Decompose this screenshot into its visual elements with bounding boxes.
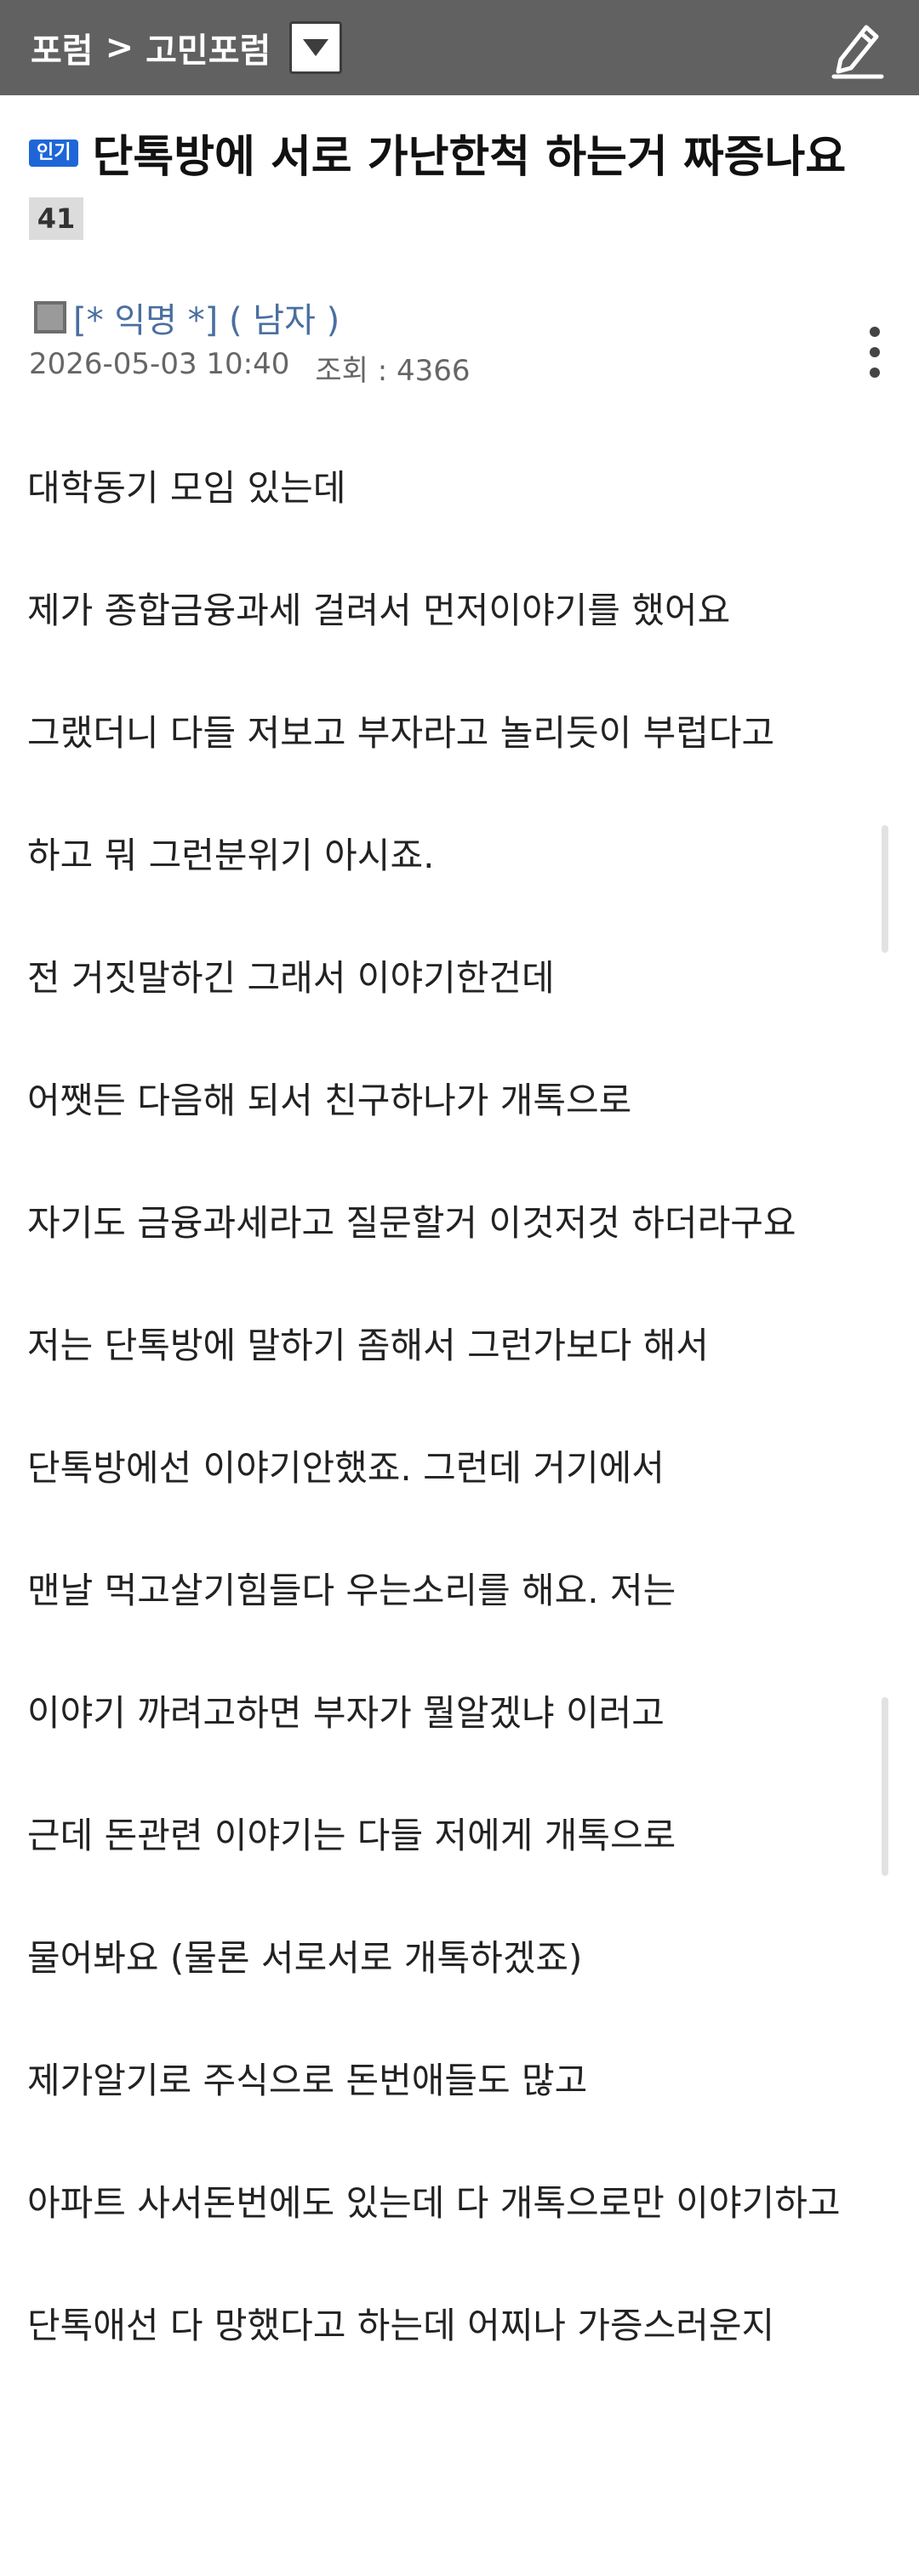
content-paragraph: 저는 단톡방에 말하기 좀해서 그런가보다 해서 xyxy=(27,1325,709,1366)
more-options-button[interactable] xyxy=(865,327,885,381)
popular-badge: 인기 xyxy=(29,139,79,167)
content-paragraph: 어쨋든 다음해 되서 친구하나가 개톡으로 xyxy=(27,1080,632,1121)
content-paragraph: 제가 종합금융과세 걸려서 먼저이야기를 했어요 xyxy=(27,590,731,631)
post-title: 단톡방에 서로 가난한척 하는거 짜증나요 xyxy=(92,132,847,183)
triangle-down-icon xyxy=(303,39,329,56)
avatar-icon xyxy=(34,301,66,333)
content-paragraph: 하고 뭐 그런분위기 아시죠. xyxy=(27,835,435,876)
post-title-row: 인기 단톡방에 서로 가난한척 하는거 짜증나요 xyxy=(29,121,846,185)
content-paragraph: 단톡방에선 이야기안했죠. 그런데 거기에서 xyxy=(27,1447,665,1489)
content-paragraph: 자기도 금융과세라고 질문할거 이것저것 하더라구요 xyxy=(27,1202,796,1244)
content-paragraph: 맨날 먹고살기힘들다 우는소리를 해요. 저는 xyxy=(27,1570,676,1611)
content-paragraph: 근데 돈관련 이야기는 다들 저에게 개톡으로 xyxy=(27,1815,676,1856)
breadcrumb-board[interactable]: 고민포럼 xyxy=(146,23,271,72)
content-paragraph: 물어봐요 (물론 서로서로 개톡하겠죠) xyxy=(27,1937,583,1979)
write-post-button[interactable] xyxy=(825,15,890,80)
breadcrumb: 포럼 > 고민포럼 xyxy=(31,23,271,72)
content-paragraph: 전 거짓말하긴 그래서 이야기한건데 xyxy=(27,957,555,999)
post-meta: 2026-05-03 10:40 조회 : 4366 xyxy=(29,347,471,389)
content-paragraph: 그랬더니 다들 저보고 부자라고 놀리듯이 부럽다고 xyxy=(27,712,775,754)
content-paragraph: 이야기 까려고하면 부자가 뭘알겠냐 이러고 xyxy=(27,1692,665,1734)
more-vertical-icon xyxy=(870,327,880,337)
scrollbar-thumb[interactable] xyxy=(882,1697,888,1876)
breadcrumb-forum[interactable]: 포럼 xyxy=(31,23,94,72)
comment-count-badge[interactable]: 41 xyxy=(29,197,83,240)
content-paragraph: 단톡애선 다 망했다고 하는데 어찌나 가증스러운지 xyxy=(27,2305,775,2346)
content-paragraph: 아파트 사서돈번에도 있는데 다 개톡으로만 이야기하고 xyxy=(27,2182,841,2224)
scrollbar-thumb[interactable] xyxy=(882,825,888,953)
post-content: 대학동기 모임 있는데 제가 종합금융과세 걸려서 먼저이야기를 했어요 그랬더… xyxy=(27,459,895,2419)
board-dropdown-button[interactable] xyxy=(289,21,343,74)
pencil-icon xyxy=(831,25,884,79)
view-count: 조회 : 4366 xyxy=(315,354,471,388)
content-paragraph: 대학동기 모임 있는데 xyxy=(27,467,346,509)
content-paragraph: 제가알기로 주식으로 돈번애들도 많고 xyxy=(27,2060,588,2101)
breadcrumb-separator: > xyxy=(105,28,134,67)
post-date: 2026-05-03 10:40 xyxy=(29,347,290,381)
top-bar: 포럼 > 고민포럼 xyxy=(0,0,919,95)
author-name[interactable]: [* 익명 *] ( 남자 ) xyxy=(73,293,340,342)
author-row: [* 익명 *] ( 남자 ) xyxy=(34,293,340,342)
